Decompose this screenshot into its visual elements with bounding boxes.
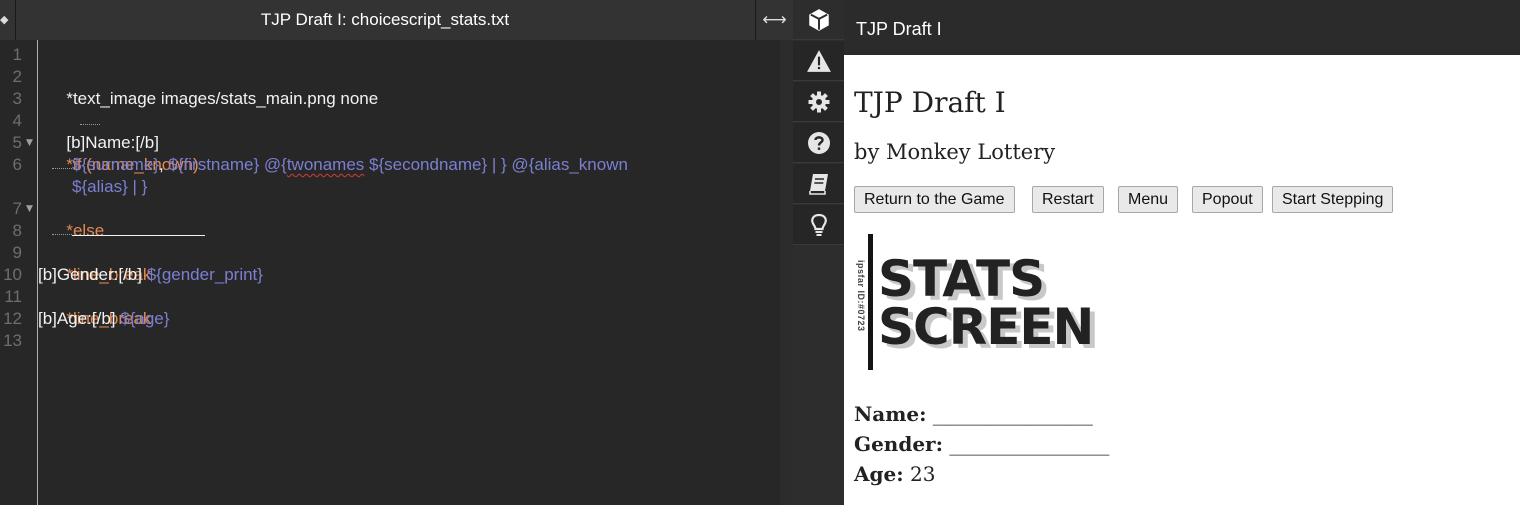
preview-header-title: TJP Draft I <box>856 19 942 39</box>
preview-header: TJP Draft I <box>844 0 1520 55</box>
stat-value: ________________ <box>926 402 1093 426</box>
game-preview-pane: TJP Draft I TJP Draft I by Monkey Lotter… <box>844 0 1520 505</box>
code-token: [b]Gender:[/b] <box>38 265 147 284</box>
spellcheck-flagged-token: twonames <box>286 155 365 174</box>
stat-label: Gender: <box>854 432 943 456</box>
fold-arrow-icon[interactable]: ▼ <box>26 132 35 154</box>
code-line[interactable] <box>38 88 101 125</box>
code-variable-token: ${age} <box>120 309 170 328</box>
stat-value: ________________ <box>942 432 1110 456</box>
banner-word-screen: SCREEN <box>878 298 1094 356</box>
line-number: 12 <box>3 309 22 328</box>
stat-label: Name: <box>854 402 927 426</box>
game-title: TJP Draft I <box>854 86 1006 119</box>
underscore-blank <box>72 220 205 236</box>
stat-age-row: Age: 23 <box>854 462 935 486</box>
line-number: 11 <box>4 287 22 306</box>
banner-vertical-text: ipsfar ID:#0723 <box>856 260 866 332</box>
expand-horizontal-icon[interactable]: ⟷ <box>755 0 793 40</box>
code-line[interactable]: *line_break <box>38 242 151 284</box>
editor-file-title: TJP Draft I: choicescript_stats.txt <box>260 10 510 29</box>
code-line[interactable] <box>38 220 205 242</box>
lightbulb-icon[interactable] <box>793 205 844 245</box>
help-icon[interactable] <box>793 123 844 163</box>
menu-button[interactable]: Menu <box>1118 186 1179 213</box>
stat-value: 23 <box>903 462 936 486</box>
code-variable-token: ${secondname} | } @{alias_known <box>364 155 628 174</box>
restart-button[interactable]: Restart <box>1032 186 1104 213</box>
fold-arrow-icon[interactable]: ▼ <box>26 198 35 220</box>
tool-strip <box>793 0 844 505</box>
code-line[interactable]: *line_break <box>38 286 151 328</box>
code-token: *text_image images/stats_main.png none <box>66 89 379 108</box>
code-variable-token: @{ <box>259 155 287 174</box>
line-number: 10 <box>3 265 22 284</box>
start-stepping-button[interactable]: Start Stepping <box>1272 186 1394 213</box>
stat-gender-row: Gender: ________________ <box>854 432 1109 456</box>
indent-guide <box>38 154 72 176</box>
code-line[interactable]: [b]Gender:[/b] ${gender_print} <box>38 264 263 286</box>
code-line[interactable]: *text_image images/stats_main.png none <box>38 66 378 108</box>
banner-word-stats: STATS <box>878 250 1045 308</box>
line-number: 9 <box>12 243 22 262</box>
editor-scrollbar[interactable] <box>780 40 793 505</box>
line-number-gutter: 1 2 3 4 5 ▼ 6 7 ▼ 8 9 10 11 12 13 <box>0 44 37 505</box>
indent-guide <box>38 220 72 242</box>
code-variable-token: ${surname} <box>72 155 159 174</box>
code-token: [b]Age:[/b] <box>38 309 121 328</box>
stats-screen-banner-image: ipsfar ID:#0723 STATS SCREEN <box>854 232 1094 372</box>
line-number: 2 <box>12 67 22 86</box>
return-to-game-button[interactable]: Return to the Game <box>854 186 1015 213</box>
book-icon[interactable] <box>793 164 844 204</box>
cube-icon[interactable] <box>793 0 844 40</box>
line-number: 7 <box>12 199 22 218</box>
code-variable-token: ${gender_print} <box>146 265 263 284</box>
code-text-area[interactable]: *text_image images/stats_main.png none [… <box>38 44 780 505</box>
line-number: 4 <box>12 111 22 130</box>
code-variable-token: ${alias} | } <box>72 177 148 196</box>
banner-bar <box>868 234 873 370</box>
stat-name-row: Name: ________________ <box>854 402 1093 426</box>
code-variable-token: ${firstname} <box>168 155 260 174</box>
code-line[interactable]: *else <box>38 198 104 240</box>
game-author: by Monkey Lottery <box>854 140 1056 164</box>
editor-header: ◆ TJP Draft I: choicescript_stats.txt ⟷ <box>0 0 793 40</box>
line-number: 5 <box>12 133 22 152</box>
code-editor-pane: ◆ TJP Draft I: choicescript_stats.txt ⟷ … <box>0 0 793 505</box>
code-line[interactable]: ${surname}, ${firstname} @{twonames ${se… <box>38 154 628 176</box>
popout-button[interactable]: Popout <box>1192 186 1263 213</box>
line-number: 3 <box>12 89 22 108</box>
code-line[interactable]: [b]Name:[/b] <box>38 110 159 152</box>
code-line[interactable]: *if (name_known) <box>38 132 198 174</box>
code-line[interactable]: [b]Age:[/b] ${age} <box>38 308 169 330</box>
code-token: , <box>158 155 169 174</box>
warning-icon[interactable] <box>793 41 844 81</box>
gear-icon[interactable] <box>793 82 844 122</box>
collapse-sidebar-icon[interactable]: ◆ <box>0 12 8 28</box>
line-number: 1 <box>12 45 22 64</box>
line-number: 13 <box>3 331 22 350</box>
line-number: 6 <box>12 155 22 174</box>
code-line-wrapped[interactable]: ${alias} | } <box>38 176 147 198</box>
stat-label: Age: <box>854 462 904 486</box>
line-number: 8 <box>12 221 22 240</box>
